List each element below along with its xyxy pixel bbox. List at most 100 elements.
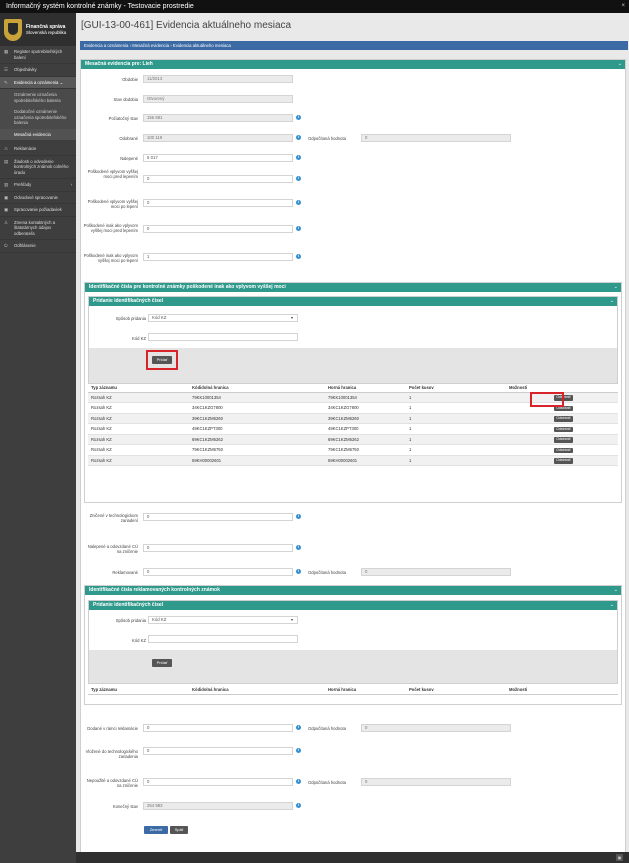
taken-label: Odobrané: [119, 136, 138, 141]
table-cell: 49KC1KZPT300: [189, 423, 325, 435]
sidebar-item-register[interactable]: ▦ Register spotrebiteľských balení: [0, 46, 76, 64]
initial-state-label: Počiatočný stav: [108, 116, 138, 121]
page-title: [GUI-13-00-461] Evidencia aktuálneho mes…: [81, 20, 292, 31]
damaged-force-before-input[interactable]: 0: [143, 175, 293, 183]
unused-input[interactable]: 0: [143, 778, 293, 786]
save-button[interactable]: Zmeniť: [144, 826, 168, 834]
info-icon[interactable]: i: [296, 779, 301, 784]
column-header: Typ záznamu: [88, 384, 189, 393]
info-icon[interactable]: i: [296, 748, 301, 753]
highlight-box: [146, 350, 178, 370]
info-icon[interactable]: i: [296, 514, 301, 519]
back-button[interactable]: Späť: [170, 826, 188, 834]
info-icon[interactable]: i: [296, 545, 301, 550]
inserted-input[interactable]: 0: [143, 747, 293, 755]
column-header: Počet kusov: [406, 686, 506, 695]
info-icon[interactable]: i: [296, 135, 301, 140]
table-cell: 1: [406, 455, 506, 466]
table-cell: 39KC1KZM6260: [189, 413, 325, 424]
info-icon[interactable]: i: [296, 155, 301, 160]
sidebar-item-contact-change[interactable]: ♙ Zmena kontaktných a štatutárnych údajov…: [0, 217, 76, 240]
sidebar-item-label: Prehľady: [14, 182, 32, 187]
applied-customs-input[interactable]: 0: [143, 544, 293, 552]
sidebar: Finančná správa Slovenská republika ▦ Reg…: [0, 13, 76, 863]
chevron-down-icon[interactable]: ⌄: [618, 60, 622, 69]
column-header: Horná hranica: [325, 686, 406, 695]
stamp-code-input[interactable]: [148, 333, 298, 341]
logo-subtitle: Slovenská republika: [26, 29, 67, 35]
chevron-down-icon[interactable]: ⌄: [614, 283, 618, 292]
main-content: [GUI-13-00-461] Evidencia aktuálneho mes…: [76, 13, 629, 863]
sidebar-item-overviews[interactable]: ▥ Prehľady ›: [0, 179, 76, 192]
sidebar-item-orders[interactable]: ☰ Objednávky: [0, 64, 76, 77]
chevron-down-icon[interactable]: ⌄: [610, 601, 614, 610]
unused-label: Nepoužité a odovzdané CÚ na zničenie: [86, 778, 138, 788]
info-icon[interactable]: i: [296, 803, 301, 808]
sidebar-item-processing[interactable]: ▣ Odvodové spracovanie: [0, 192, 76, 204]
table-row: Rozsah KZ 79KC1KZM6750 79KC1KZM6750 1 Odstrá…: [88, 444, 618, 456]
destroyed-input[interactable]: 0: [143, 513, 293, 521]
panel-title: Identifikačné čísla reklamovaných kontro…: [89, 587, 220, 593]
sidebar-item-requests[interactable]: ▤ Žiadosti o odvodenie kontrolných známok…: [0, 156, 76, 179]
chart-icon: ▥: [4, 182, 9, 187]
dropdown-caret-icon[interactable]: ▾: [291, 315, 293, 320]
sidebar-item-logout[interactable]: ⏻ Odhlásenie: [0, 240, 76, 253]
stamp-code-input[interactable]: [148, 635, 298, 643]
panel-title: Mesačná evidencia pre: Lieh: [85, 61, 153, 67]
info-icon[interactable]: i: [296, 725, 301, 730]
close-icon[interactable]: ×: [621, 0, 625, 13]
remove-button[interactable]: Odstrániť: [554, 416, 573, 422]
info-icon[interactable]: i: [296, 569, 301, 574]
sidebar-item-label: Dodatočné oznámenie označenia spotrebite…: [14, 109, 67, 125]
panel-title: Identifikačné čísla pre kontrolné známky…: [89, 284, 286, 290]
warning-icon: ⚠: [4, 146, 9, 151]
applied-input[interactable]: 5 017: [143, 154, 293, 162]
dropdown-caret-icon[interactable]: ▾: [291, 617, 293, 622]
inserted-label: Vložené do technologického zariadenia: [85, 749, 138, 759]
add-method-select[interactable]: Kód KZ: [148, 314, 298, 322]
highlight-box: [530, 392, 564, 407]
period-state-field: Otvorený: [143, 95, 293, 103]
remove-button[interactable]: Odstrániť: [554, 458, 573, 464]
table-cell: Rozsah KZ: [88, 413, 189, 424]
stamp-code-label: Kód KZ: [132, 336, 146, 341]
box-icon: ▣: [4, 207, 9, 212]
table-cell: Odstrániť: [506, 413, 618, 424]
add-method-select[interactable]: Kód KZ: [148, 616, 298, 624]
sidebar-item-request-processing[interactable]: ▣ Spracovanie požiadaviek: [0, 204, 76, 217]
deducted-value-field: 0: [361, 724, 511, 732]
delivered-label: Dodané v rámci reklamácie: [87, 726, 138, 731]
table-cell: Odstrániť: [506, 455, 618, 466]
table-cell: 39KC1KZM6260: [325, 413, 406, 424]
table-cell: 79KK10001354: [325, 392, 406, 403]
info-icon[interactable]: i: [296, 254, 301, 259]
chevron-down-icon[interactable]: ⌄: [614, 586, 618, 595]
sidebar-subitem-notice[interactable]: Oznámenie označenia spotrebiteľského bal…: [0, 89, 76, 106]
info-icon[interactable]: i: [296, 200, 301, 205]
sidebar-item-evidence[interactable]: ✎ Evidencia a oznámenia ⌄: [0, 76, 76, 89]
damaged-force-after-input[interactable]: 0: [143, 199, 293, 207]
add-button[interactable]: Pridať: [152, 659, 172, 667]
chevron-down-icon[interactable]: ⌄: [610, 297, 614, 306]
table-cell: 34KC1KZG7800: [325, 402, 406, 414]
deducted-value-label: Odpočítaná hodnota: [308, 136, 346, 141]
table-cell: Odstrániť: [506, 434, 618, 445]
breadcrumb[interactable]: Evidencia a oznámenia › Mesačná evidenci…: [80, 41, 628, 50]
sidebar-item-claims[interactable]: ⚠ Reklamácie: [0, 143, 76, 156]
edit-icon: ✎: [4, 79, 8, 85]
claimed-input[interactable]: 0: [143, 568, 293, 576]
damaged-other-after-input[interactable]: 1: [143, 253, 293, 261]
remove-button[interactable]: Odstrániť: [554, 426, 573, 432]
sidebar-subitem-monthly[interactable]: Mesačná evidencia: [0, 128, 76, 140]
footer-icon[interactable]: ▣: [616, 854, 623, 861]
table-cell: Rozsah KZ: [88, 423, 189, 435]
info-icon[interactable]: i: [296, 176, 301, 181]
sidebar-subitem-additional-notice[interactable]: Dodatočné oznámenie označenia spotrebite…: [0, 106, 76, 129]
stamp-code-label: Kód KZ: [132, 638, 146, 643]
remove-button[interactable]: Odstrániť: [554, 447, 573, 453]
damaged-other-before-input[interactable]: 0: [143, 225, 293, 233]
info-icon[interactable]: i: [296, 115, 301, 120]
remove-button[interactable]: Odstrániť: [554, 437, 573, 443]
delivered-input[interactable]: 0: [143, 724, 293, 732]
info-icon[interactable]: i: [296, 226, 301, 231]
